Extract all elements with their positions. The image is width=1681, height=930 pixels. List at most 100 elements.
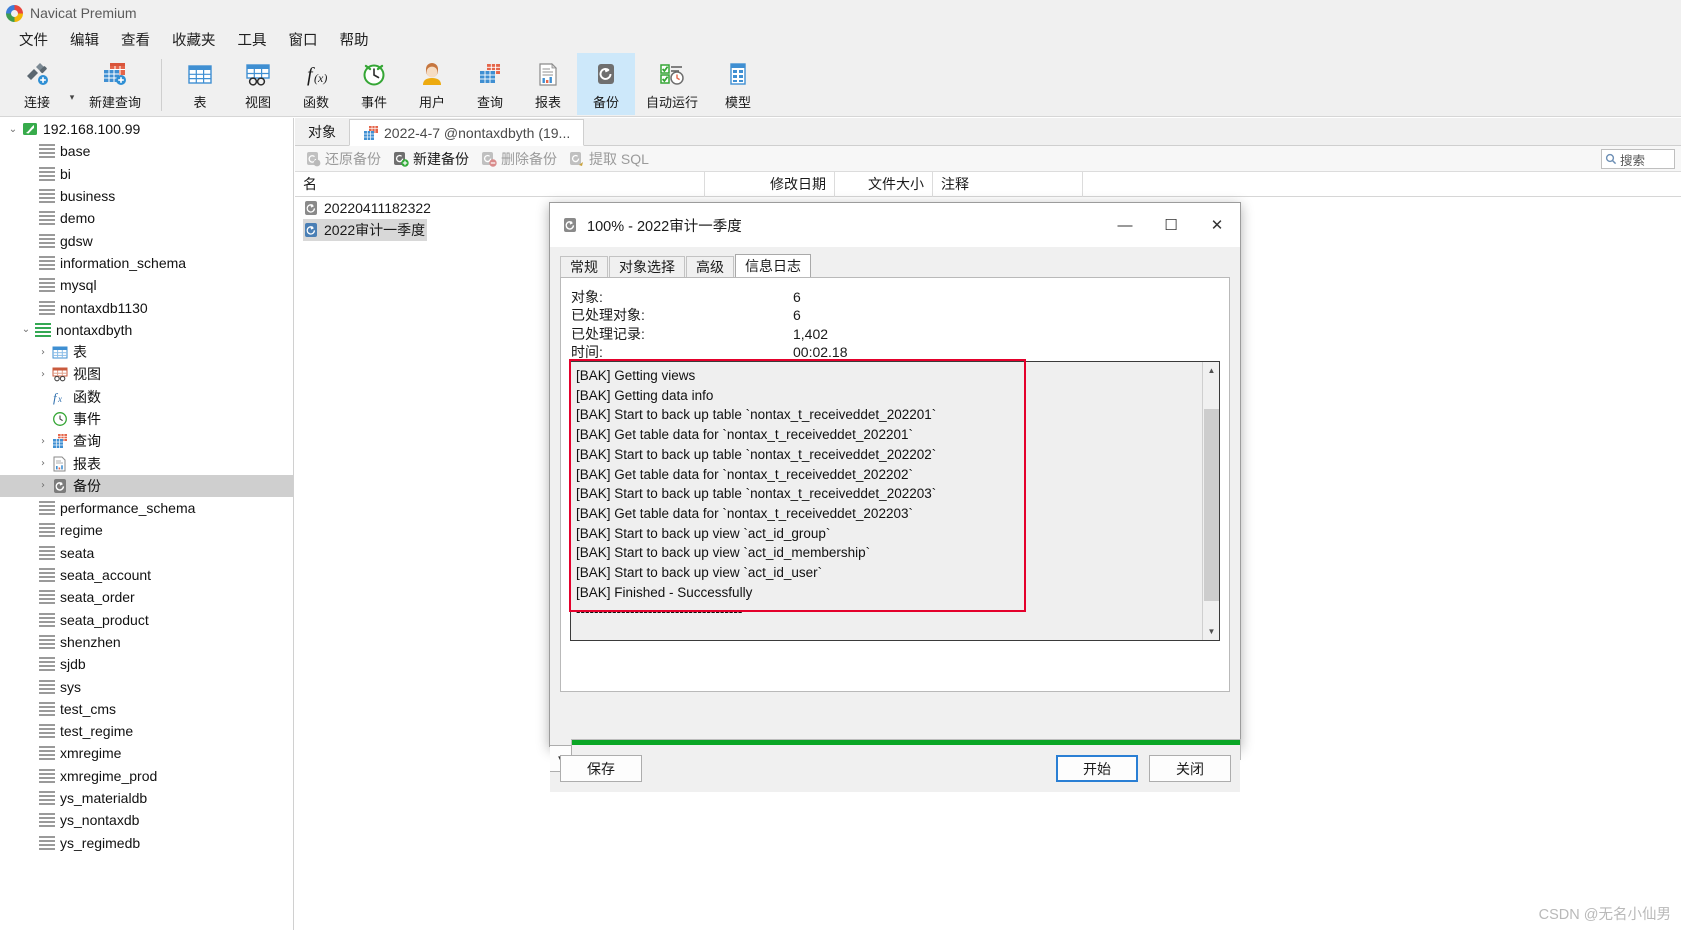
tree-item-tables[interactable]: › 表: [0, 341, 293, 363]
chevron-down-icon[interactable]: ⌄: [17, 324, 35, 335]
stat-value-time: 00:02.18: [793, 343, 848, 361]
toolbar-button-view[interactable]: 视图: [229, 53, 287, 115]
tree-item-ys-regimedb[interactable]: ys_regimedb: [0, 832, 293, 854]
tree-item-test-cms[interactable]: test_cms: [0, 698, 293, 720]
tab-query-session[interactable]: 2022-4-7 @nontaxdbyth (19...: [349, 119, 584, 146]
tree-item-demo[interactable]: demo: [0, 207, 293, 229]
tree-item-bi[interactable]: bi: [0, 163, 293, 185]
menu-item-tools[interactable]: 工具: [227, 26, 278, 53]
tree-item-performance-schema[interactable]: performance_schema: [0, 497, 293, 519]
tree-label-sjdb: sjdb: [60, 656, 86, 672]
tab-general[interactable]: 常规: [560, 256, 608, 277]
watermark: CSDN @无名小仙男: [1539, 903, 1671, 924]
tree-item-events[interactable]: 事件: [0, 408, 293, 430]
menu-item-favorites[interactable]: 收藏夹: [161, 26, 227, 53]
toolbar-label-automation: 自动运行: [646, 92, 698, 111]
chevron-right-icon[interactable]: ›: [34, 480, 52, 491]
toolbar-button-user[interactable]: 用户: [403, 53, 461, 115]
toolbar-button-new-query[interactable]: 新建查询: [78, 53, 152, 115]
toolbar-button-model[interactable]: 模型: [709, 53, 767, 115]
tree-item-information-schema[interactable]: information_schema: [0, 252, 293, 274]
database-icon: [39, 612, 55, 628]
chevron-down-icon[interactable]: ⌄: [4, 124, 22, 135]
menubar: 文件 编辑 查看 收藏夹 工具 窗口 帮助: [0, 26, 1681, 53]
tree-item-sjdb[interactable]: sjdb: [0, 653, 293, 675]
column-header-note[interactable]: 注释: [933, 172, 1083, 197]
tree-item-gdsw[interactable]: gdsw: [0, 229, 293, 251]
chevron-right-icon[interactable]: ›: [34, 436, 52, 447]
chevron-right-icon[interactable]: ›: [34, 369, 52, 380]
toolbar-button-connection[interactable]: 连接: [8, 53, 66, 115]
menu-item-help[interactable]: 帮助: [329, 26, 380, 53]
minimize-icon[interactable]: —: [1102, 203, 1148, 247]
tree-item-seata[interactable]: seata: [0, 542, 293, 564]
log-output-area[interactable]: [BAK] Getting views [BAK] Getting data i…: [570, 361, 1220, 641]
database-tree-sidebar[interactable]: ⌄ 192.168.100.99 base bi business demo g…: [0, 118, 294, 930]
chevron-right-icon[interactable]: ›: [34, 458, 52, 469]
close-icon[interactable]: ✕: [1194, 203, 1240, 247]
maximize-icon[interactable]: ☐: [1148, 203, 1194, 247]
menu-item-file[interactable]: 文件: [8, 26, 59, 53]
toolbar-button-query[interactable]: 查询: [461, 53, 519, 115]
toolbar-button-automation[interactable]: 自动运行: [635, 53, 709, 115]
menu-item-edit[interactable]: 编辑: [59, 26, 110, 53]
scroll-down-arrow-icon[interactable]: ▼: [1203, 623, 1220, 640]
tree-item-backups[interactable]: › 备份: [0, 475, 293, 497]
search-input[interactable]: 搜索: [1601, 149, 1675, 169]
tree-item-seata-account[interactable]: seata_account: [0, 564, 293, 586]
view-icon: [244, 58, 272, 90]
menu-item-window[interactable]: 窗口: [278, 26, 329, 53]
tree-item-ys-materialdb[interactable]: ys_materialdb: [0, 787, 293, 809]
backup-row-name: 20220411182322: [324, 200, 431, 216]
tree-item-business[interactable]: business: [0, 185, 293, 207]
stat-processed-objects: 已处理对象: 6: [571, 306, 848, 324]
connection-dropdown-caret-icon[interactable]: ▾: [66, 92, 78, 103]
extract-sql-button[interactable]: 提取 SQL: [565, 147, 657, 171]
close-button[interactable]: 关闭: [1149, 755, 1231, 782]
tree-item-functions[interactable]: f x 函数: [0, 386, 293, 408]
menu-item-view[interactable]: 查看: [110, 26, 161, 53]
tree-item-sys[interactable]: sys: [0, 675, 293, 697]
tab-objects[interactable]: 对象: [295, 118, 349, 145]
tree-item-reports[interactable]: › 报表: [0, 452, 293, 474]
database-icon: [39, 277, 55, 293]
column-header-modified-date[interactable]: 修改日期: [705, 172, 835, 197]
scrollbar-thumb[interactable]: [1204, 409, 1219, 601]
tree-item-ys-nontaxdb[interactable]: ys_nontaxdb: [0, 809, 293, 831]
tab-advanced[interactable]: 高级: [686, 256, 734, 277]
scroll-up-arrow-icon[interactable]: ▲: [1203, 362, 1220, 379]
new-backup-button[interactable]: 新建备份: [389, 147, 477, 171]
toolbar-button-backup[interactable]: 备份: [577, 53, 635, 115]
tree-item-nontaxdb1130[interactable]: nontaxdb1130: [0, 296, 293, 318]
toolbar-button-report[interactable]: 报表: [519, 53, 577, 115]
delete-backup-button[interactable]: 删除备份: [477, 147, 565, 171]
chevron-right-icon[interactable]: ›: [34, 347, 52, 358]
tree-item-mysql[interactable]: mysql: [0, 274, 293, 296]
restore-backup-button[interactable]: 还原备份: [301, 147, 389, 171]
tree-item-views[interactable]: › 视图: [0, 363, 293, 385]
search-icon: [1605, 153, 1617, 165]
tree-item-seata-product[interactable]: seata_product: [0, 609, 293, 631]
tree-item-queries[interactable]: › 查询: [0, 430, 293, 452]
log-scrollbar[interactable]: ▲ ▼: [1202, 362, 1219, 640]
tree-item-base[interactable]: base: [0, 140, 293, 162]
save-button[interactable]: 保存: [560, 755, 642, 782]
tree-item-xmregime[interactable]: xmregime: [0, 742, 293, 764]
start-button[interactable]: 开始: [1056, 755, 1138, 782]
tab-object-select[interactable]: 对象选择: [609, 256, 685, 277]
tree-item-test-regime[interactable]: test_regime: [0, 720, 293, 742]
tree-item-seata-order[interactable]: seata_order: [0, 586, 293, 608]
tree-item-regime[interactable]: regime: [0, 519, 293, 541]
delete-backup-icon: [481, 151, 497, 167]
toolbar-button-table[interactable]: 表: [171, 53, 229, 115]
tree-item-shenzhen[interactable]: shenzhen: [0, 631, 293, 653]
tab-info-log[interactable]: 信息日志: [735, 254, 811, 277]
toolbar-button-function[interactable]: f (x) 函数: [287, 53, 345, 115]
column-header-name[interactable]: 名: [295, 172, 705, 197]
column-header-file-size[interactable]: 文件大小: [835, 172, 933, 197]
tree-item-xmregime-prod[interactable]: xmregime_prod: [0, 765, 293, 787]
table-row[interactable]: 2022审计一季度: [303, 219, 427, 241]
toolbar-button-event[interactable]: 事件: [345, 53, 403, 115]
tree-item-nontaxdbyth[interactable]: ⌄ nontaxdbyth: [0, 319, 293, 341]
tree-item-server[interactable]: ⌄ 192.168.100.99: [0, 118, 293, 140]
